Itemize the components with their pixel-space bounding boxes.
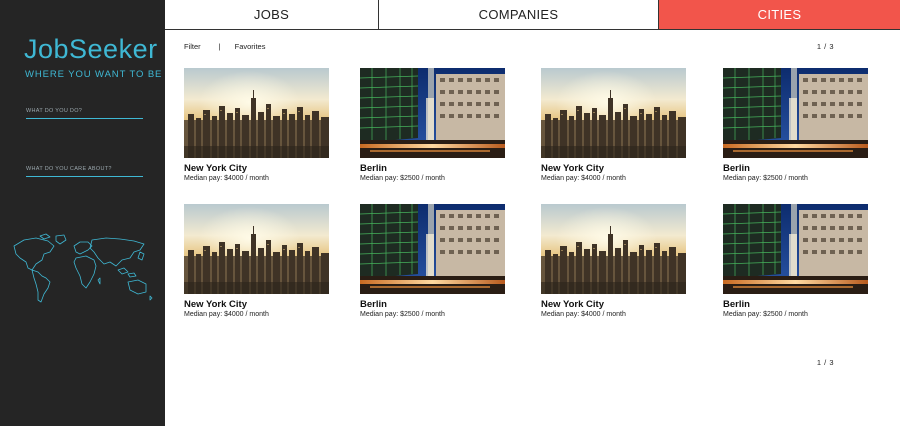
city-name: New York City — [184, 299, 248, 310]
city-median-pay: Median pay: $2500 / month — [360, 311, 445, 318]
city-card[interactable]: New York City Median pay: $4000 / month — [541, 68, 686, 182]
tab-companies[interactable]: COMPANIES — [379, 0, 659, 29]
city-median-pay: Median pay: $4000 / month — [184, 175, 269, 182]
city-card[interactable]: Berlin Median pay: $2500 / month — [360, 204, 505, 318]
city-image-berlin — [723, 204, 868, 294]
top-nav: JOBS COMPANIES CITIES — [165, 0, 900, 30]
city-name: Berlin — [360, 163, 387, 174]
city-name: New York City — [184, 163, 248, 174]
city-card[interactable]: Berlin Median pay: $2500 / month — [723, 68, 868, 182]
toolbar: Filter | Favorites — [184, 42, 265, 51]
favorites-link[interactable]: Favorites — [235, 42, 266, 51]
tab-cities[interactable]: CITIES — [659, 0, 900, 29]
city-image-berlin — [723, 68, 868, 158]
city-median-pay: Median pay: $4000 / month — [184, 311, 269, 318]
city-card[interactable]: Berlin Median pay: $2500 / month — [360, 68, 505, 182]
city-image-berlin — [360, 204, 505, 294]
pagination-top[interactable]: 1 / 3 — [817, 42, 834, 51]
city-name: New York City — [541, 299, 605, 310]
app-tagline: WHERE YOU WANT TO BE — [25, 69, 163, 80]
city-card[interactable]: Berlin Median pay: $2500 / month — [723, 204, 868, 318]
filter-link[interactable]: Filter — [184, 42, 201, 51]
city-name: New York City — [541, 163, 605, 174]
city-card[interactable]: New York City Median pay: $4000 / month — [184, 204, 329, 318]
city-card[interactable]: New York City Median pay: $4000 / month — [184, 68, 329, 182]
city-image-new-york — [184, 68, 329, 158]
city-name: Berlin — [723, 299, 750, 310]
city-median-pay: Median pay: $2500 / month — [360, 175, 445, 182]
tab-jobs[interactable]: JOBS — [165, 0, 379, 29]
city-median-pay: Median pay: $2500 / month — [723, 175, 808, 182]
app-logo[interactable]: JobSeeker — [24, 34, 158, 65]
city-card[interactable]: New York City Median pay: $4000 / month — [541, 204, 686, 318]
toolbar-separator: | — [218, 42, 221, 51]
pagination-bottom[interactable]: 1 / 3 — [817, 358, 834, 367]
sidebar: JobSeeker WHERE YOU WANT TO BE — [0, 0, 165, 426]
city-image-new-york — [541, 204, 686, 294]
city-median-pay: Median pay: $4000 / month — [541, 175, 626, 182]
what-do-you-care-about-input[interactable] — [26, 161, 143, 177]
city-name: Berlin — [723, 163, 750, 174]
what-do-you-do-input[interactable] — [26, 103, 143, 119]
city-name: Berlin — [360, 299, 387, 310]
city-median-pay: Median pay: $4000 / month — [541, 311, 626, 318]
city-image-berlin — [360, 68, 505, 158]
city-median-pay: Median pay: $2500 / month — [723, 311, 808, 318]
world-map-icon — [13, 233, 153, 303]
city-image-new-york — [184, 204, 329, 294]
city-image-new-york — [541, 68, 686, 158]
